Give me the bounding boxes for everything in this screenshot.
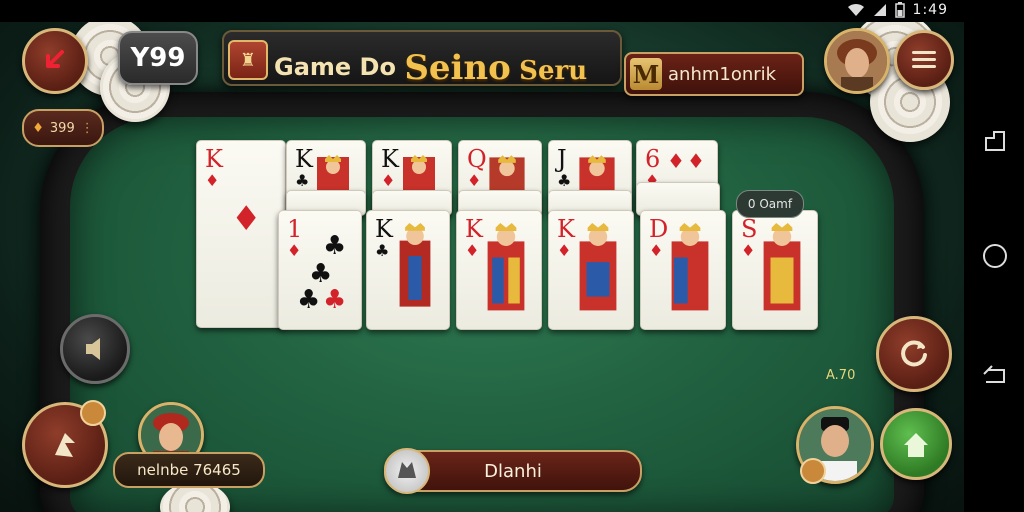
wifi-icon bbox=[847, 3, 864, 17]
card-rank: J bbox=[557, 145, 567, 173]
card-rank: 6 bbox=[645, 145, 661, 173]
suit-pip-icon: ♦ bbox=[667, 149, 685, 173]
title-prefix: Game Do bbox=[274, 53, 396, 81]
card-suit: ♦ bbox=[465, 241, 480, 260]
club-pip-icon: ♣ bbox=[297, 285, 321, 315]
player-name-banner[interactable]: M anhm1onrik bbox=[624, 52, 804, 96]
refresh-icon bbox=[901, 340, 927, 367]
card-suit: ♦ bbox=[287, 241, 302, 260]
card-suit: ♦ bbox=[467, 171, 482, 190]
card-suit: ♦ bbox=[649, 241, 664, 260]
suit-pip-icon: ♦ bbox=[231, 199, 262, 239]
opponent-avatar[interactable] bbox=[824, 28, 890, 94]
card-rank: K bbox=[375, 215, 393, 243]
chat-avatar-icon[interactable] bbox=[384, 448, 430, 494]
title-gold: Seino bbox=[404, 48, 511, 88]
club-pip-icon: ♣ bbox=[323, 231, 347, 261]
card-rank: S bbox=[741, 215, 758, 243]
card-rank: Q bbox=[467, 145, 487, 173]
playing-card[interactable]: K ♦ ♦ bbox=[196, 140, 286, 328]
speaker-icon bbox=[86, 338, 100, 360]
card-suit: ♦ bbox=[381, 171, 396, 190]
card-rank: K bbox=[465, 215, 483, 243]
status-time: 1:49 bbox=[912, 2, 948, 18]
game-scene: Y99 ♦ 399 ⋮ ♜ Game Do Seino Seru M anhm1… bbox=[0, 22, 964, 512]
card-rank: K bbox=[295, 145, 313, 173]
portrait-icon bbox=[827, 31, 887, 91]
queen-figure-icon bbox=[671, 223, 709, 311]
king-figure-icon bbox=[763, 223, 801, 311]
coin-amount: 399 bbox=[49, 120, 75, 136]
card-suit: ♣ bbox=[557, 171, 572, 190]
table-info-pill: 0 Oamf bbox=[736, 190, 804, 218]
status-bar: 1:49 bbox=[0, 0, 964, 22]
menu-button[interactable] bbox=[894, 30, 954, 90]
player-name: anhm1onrik bbox=[668, 63, 777, 85]
coin-balance: ♦ 399 ⋮ bbox=[22, 109, 104, 147]
playing-card[interactable]: K ♣ bbox=[366, 210, 450, 330]
king-figure-icon bbox=[399, 223, 431, 307]
playing-card[interactable]: 1 ♦ ♣ ♣ ♣ ♣ bbox=[278, 210, 362, 330]
playing-card[interactable]: D ♦ bbox=[640, 210, 726, 330]
game-title: Game Do Seino Seru bbox=[274, 44, 588, 88]
card-rank: D bbox=[649, 215, 669, 243]
home-icon[interactable] bbox=[982, 243, 1008, 269]
playing-card[interactable]: K ♦ bbox=[456, 210, 542, 330]
signal-icon bbox=[873, 4, 886, 16]
home-button[interactable] bbox=[880, 408, 952, 480]
card-rank: K bbox=[381, 145, 399, 173]
coin-icon: ♦ bbox=[32, 120, 44, 136]
title-suffix: Seru bbox=[519, 56, 588, 86]
card-rank: 1 bbox=[287, 215, 303, 243]
recent-apps-icon[interactable] bbox=[982, 128, 1008, 154]
king-figure-icon bbox=[487, 223, 525, 311]
system-nav-bar bbox=[964, 0, 1024, 512]
notification-dot-icon bbox=[800, 458, 826, 484]
diamond-pip-icon: ♣ bbox=[323, 285, 347, 315]
player-label: nelnbe 76465 bbox=[113, 452, 265, 488]
card-suit: ♣ bbox=[375, 241, 390, 260]
level-badge: Y99 bbox=[118, 31, 198, 85]
playing-card[interactable]: S ♦ bbox=[732, 210, 818, 330]
card-suit: ♦ bbox=[557, 241, 572, 260]
card-suit: ♦ bbox=[741, 241, 756, 260]
refresh-button[interactable] bbox=[876, 316, 952, 392]
card-rank: K bbox=[557, 215, 575, 243]
card-suit: ♣ bbox=[295, 171, 310, 190]
king-figure-icon bbox=[579, 223, 617, 311]
game-title-banner: ♜ Game Do Seino Seru bbox=[222, 30, 622, 88]
more-dots-icon: ⋮ bbox=[80, 120, 94, 136]
score-readout: A.70 bbox=[826, 368, 856, 383]
menu-icon bbox=[912, 51, 936, 68]
status-icons: 1:49 bbox=[847, 2, 948, 18]
card-suit: ♦ bbox=[205, 171, 220, 190]
house-icon bbox=[904, 433, 928, 457]
back-arrow-icon bbox=[46, 50, 64, 68]
sound-button[interactable] bbox=[60, 314, 130, 384]
hand-gesture-icon bbox=[55, 433, 75, 457]
suit-pip-icon: ♦ bbox=[687, 149, 705, 173]
back-icon[interactable] bbox=[982, 362, 1008, 388]
battery-icon bbox=[894, 2, 905, 18]
notification-dot-icon bbox=[80, 400, 106, 426]
playing-card[interactable]: K ♦ bbox=[548, 210, 634, 330]
card-rank: K bbox=[205, 145, 223, 173]
back-button[interactable] bbox=[22, 28, 88, 94]
game-logo-icon: ♜ bbox=[228, 40, 268, 80]
wolf-icon bbox=[398, 462, 416, 478]
player-initial-badge: M bbox=[630, 58, 662, 90]
